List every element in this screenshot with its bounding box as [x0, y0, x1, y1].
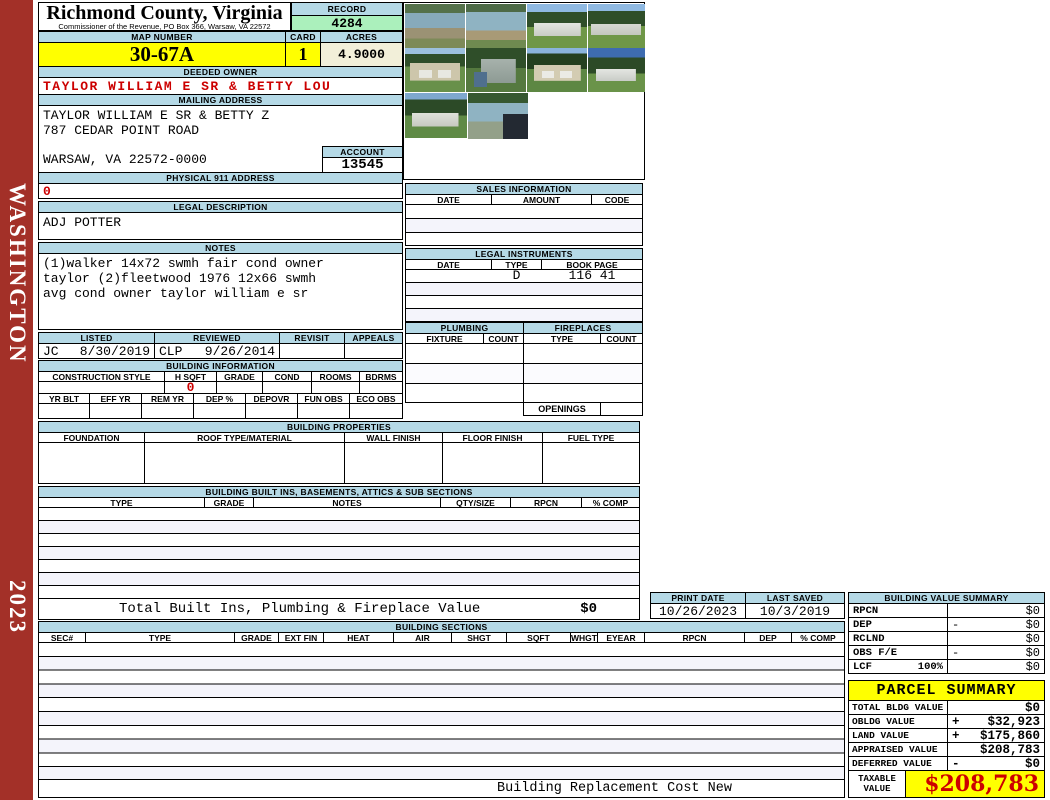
bvs-row-label: OBS F/E [848, 645, 948, 660]
ps-row-value: - $0 [947, 756, 1045, 771]
bvs-row-value: $0 [947, 631, 1045, 646]
ps-row-value: + $32,923 [947, 714, 1045, 729]
notes-line-2: taylor (2)fleetwood 1976 12x66 swmh [43, 271, 317, 286]
openings-label: OPENINGS [523, 402, 601, 416]
openings-value [600, 402, 643, 416]
photo-panel [403, 2, 645, 180]
property-photo-6[interactable] [466, 48, 526, 92]
mailing-line-2: 787 CEDAR POINT ROAD [43, 123, 200, 138]
fueltype-value [542, 442, 640, 484]
taxable-value-label: TAXABLE VALUE [848, 770, 906, 798]
mailing-line-1: TAYLOR WILLIAM E SR & BETTY Z [43, 108, 270, 123]
listed-by: JC [43, 343, 59, 359]
building-replacement-footer-row: Building Replacement Cost New [38, 779, 845, 798]
roof-value [144, 442, 345, 484]
built-ins-total-label: Total Built Ins, Plumbing & Fireplace Va… [119, 601, 481, 617]
ps-row-value: $0 [947, 700, 1045, 715]
notes-box: (1)walker 14x72 swmh fair cond owner tay… [38, 253, 403, 330]
property-photo-1[interactable] [405, 4, 465, 48]
ps-row-value: $208,783 [947, 742, 1045, 757]
county-title-box: Richmond County, Virginia Commissioner o… [38, 2, 291, 31]
property-photo-2[interactable] [466, 4, 526, 48]
property-photo-10[interactable] [468, 93, 528, 139]
ps-row-label: TOTAL BLDG VALUE [848, 700, 948, 715]
building-replacement-footer: Building Replacement Cost New [497, 781, 732, 796]
mailing-line-3: WARSAW, VA 22572-0000 [43, 152, 207, 167]
building-sections-empty-rows [38, 642, 845, 780]
li-row1-type: D [512, 268, 521, 283]
record-header: RECORD [291, 2, 403, 16]
record-value: 4284 [291, 15, 403, 31]
fireplaces-empty-rows [523, 343, 643, 403]
legal-description-value: ADJ POTTER [38, 212, 403, 240]
funobs-value [297, 403, 350, 419]
physical-911-value: 0 [38, 183, 403, 199]
acres-value: 4.9000 [320, 42, 403, 67]
ecoobs-value [349, 403, 403, 419]
ps-row-label: OBLDG VALUE [848, 714, 948, 729]
bvs-row-label: LCF 100% [848, 659, 948, 674]
built-ins-total-value: $0 [580, 601, 597, 617]
remyr-value [141, 403, 194, 419]
last-saved-value: 10/3/2019 [745, 603, 845, 619]
bvs-row-value: $0 [947, 603, 1045, 618]
ps-row-label: APPRAISED VALUE [848, 742, 948, 757]
li-row1-bookpage: 116 41 [568, 268, 616, 283]
bvs-row-value: - $0 [947, 645, 1045, 660]
effyr-value [89, 403, 142, 419]
sidebar-state-label: WASHINGTON [5, 183, 30, 364]
property-photo-5[interactable] [405, 48, 465, 92]
revisit-value [279, 343, 345, 359]
listed-value: JC 8/30/2019 [38, 343, 155, 359]
reviewed-value: CLP 9/26/2014 [154, 343, 280, 359]
ps-row-value: + $175,860 [947, 728, 1045, 743]
print-date-value: 10/26/2023 [650, 603, 746, 619]
deppct-value [193, 403, 246, 419]
property-photo-4[interactable] [588, 4, 645, 48]
foundation-value [38, 442, 145, 484]
bvs-row-label: RPCN [848, 603, 948, 618]
built-ins-total-row: Total Built Ins, Plumbing & Fireplace Va… [38, 598, 640, 620]
county-subtitle: Commissioner of the Revenue, PO Box 366,… [58, 22, 271, 31]
ps-row-label: LAND VALUE [848, 728, 948, 743]
reviewed-date: 9/26/2014 [204, 343, 275, 359]
floorfinish-value [442, 442, 543, 484]
map-number-value: 30-67A [38, 42, 286, 67]
listed-date: 8/30/2019 [79, 343, 150, 359]
wallfinish-value [344, 442, 443, 484]
property-photo-3[interactable] [527, 4, 587, 48]
built-ins-empty-rows [38, 507, 640, 599]
property-photo-7[interactable] [527, 48, 587, 92]
deeded-owner-value: TAYLOR WILLIAM E SR & BETTY LOU [38, 77, 403, 95]
taxable-value: $208,783 [905, 770, 1045, 798]
county-title: Richmond County, Virginia [46, 2, 283, 24]
card-value: 1 [285, 42, 321, 67]
notes-line-1: (1)walker 14x72 swmh fair cond owner [43, 256, 324, 271]
notes-line-3: avg cond owner taylor william e sr [43, 286, 309, 301]
plumbing-empty-rows [405, 343, 524, 403]
appeals-value [344, 343, 403, 359]
property-photo-9[interactable] [405, 93, 467, 138]
ps-row-label: DEFERRED VALUE [848, 756, 948, 771]
depovr-value [245, 403, 298, 419]
bvs-row-value: - $0 [947, 617, 1045, 632]
yrblt-value [38, 403, 90, 419]
sales-empty-rows [405, 204, 643, 246]
parcel-summary-header: PARCEL SUMMARY [848, 680, 1045, 701]
sidebar-band: WASHINGTON 2023 [0, 0, 33, 800]
reviewed-by: CLP [159, 343, 183, 359]
bvs-row-value: $0 [947, 659, 1045, 674]
property-photo-8[interactable] [588, 48, 645, 92]
sidebar-year-label: 2023 [5, 580, 30, 634]
bvs-row-label: RCLND [848, 631, 948, 646]
bvs-row-label: DEP [848, 617, 948, 632]
account-value: 13545 [322, 157, 403, 173]
